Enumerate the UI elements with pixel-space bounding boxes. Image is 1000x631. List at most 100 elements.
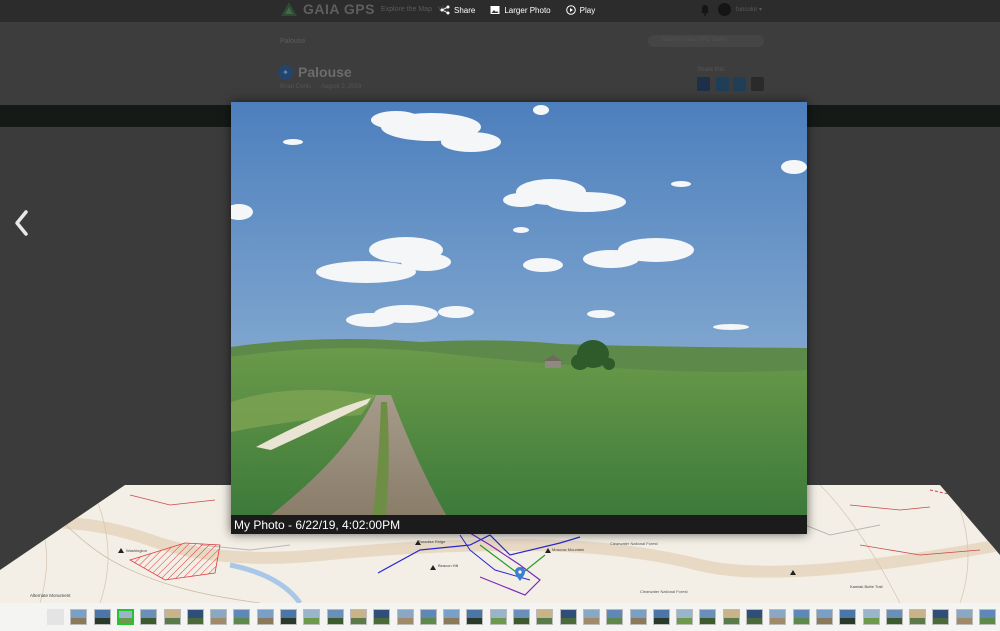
thumbnail-ground: [118, 617, 132, 623]
photo-thumbnail[interactable]: [676, 609, 694, 625]
previous-photo-arrow-icon[interactable]: [12, 208, 32, 238]
username: funcolor ▾: [736, 7, 763, 13]
photo-thumbnail[interactable]: [93, 609, 111, 625]
author[interactable]: Brian Curtis: [280, 84, 311, 90]
thumbnail-sky: [840, 610, 856, 618]
thumbnail-sky: [886, 610, 902, 618]
photo-thumbnail[interactable]: [839, 609, 857, 625]
breadcrumb[interactable]: Palouse: [280, 38, 305, 45]
thumbnail-ground: [141, 617, 157, 624]
map-label-moscow-mountain: Moscow Mountain: [552, 547, 584, 552]
thumbnail-sky: [327, 610, 343, 618]
photo-thumbnail[interactable]: [116, 609, 134, 625]
photo-thumbnail[interactable]: [256, 609, 274, 625]
thumbnail-ground: [653, 617, 669, 624]
photo-thumbnail[interactable]: [722, 609, 740, 625]
photo-thumbnail[interactable]: [955, 609, 973, 625]
photo-thumbnail[interactable]: [163, 609, 181, 625]
photo-thumbnail[interactable]: [885, 609, 903, 625]
nav-explore-map[interactable]: Explore the Map: [381, 6, 432, 13]
notification-bell-icon[interactable]: [700, 4, 710, 16]
thumbnail-sky: [374, 610, 390, 618]
photo-thumbnail[interactable]: [746, 609, 763, 625]
search-input[interactable]: Search Gaia GPS Users: [648, 35, 764, 47]
photo-thumbnail[interactable]: [443, 609, 461, 625]
photo-thumbnail[interactable]: [699, 609, 717, 625]
photo-thumbnail[interactable]: [815, 609, 833, 625]
share-button[interactable]: Share: [440, 5, 475, 15]
photo-thumbnail[interactable]: [47, 609, 64, 625]
thumbnail-sky: [257, 610, 273, 618]
photo-thumbnail[interactable]: [909, 609, 927, 625]
photo-thumbnail[interactable]: [629, 609, 647, 625]
photo-thumbnail[interactable]: [862, 609, 880, 625]
thumbnail-sky: [863, 610, 879, 618]
user-menu[interactable]: funcolor ▾: [718, 3, 762, 16]
thumbnail-ground: [94, 617, 110, 624]
share-label: Share: [454, 5, 476, 15]
photo-thumbnail[interactable]: [652, 609, 670, 625]
link-icon[interactable]: [733, 77, 746, 91]
larger-photo-button[interactable]: Larger Photo: [490, 5, 551, 15]
photo-thumbnail[interactable]: [932, 609, 950, 625]
thumbnail-sky: [537, 610, 553, 618]
facebook-icon[interactable]: [697, 77, 710, 91]
date: August 2, 2019: [321, 84, 362, 90]
photo-thumbnail[interactable]: [349, 609, 367, 625]
photo-thumbnail[interactable]: [419, 609, 437, 625]
map-label-forest-2: Clearwater National Forest: [640, 589, 688, 594]
photo-thumbnail[interactable]: [792, 609, 810, 625]
photo-thumbnail[interactable]: [186, 609, 204, 625]
page-title: Palouse: [298, 64, 352, 80]
thumbnail-sky: [187, 610, 203, 618]
photo-thumbnail[interactable]: [769, 609, 787, 625]
gaia-logo-icon: [281, 2, 297, 16]
thumbnail-ground: [956, 617, 972, 624]
site-logo[interactable]: GAIA GPS: [280, 1, 375, 17]
thumbnail-ground: [677, 617, 693, 624]
photo-thumbnail[interactable]: [233, 609, 251, 625]
email-icon[interactable]: [751, 77, 764, 91]
thumbnail-ground: [187, 617, 203, 624]
twitter-icon[interactable]: [716, 77, 729, 91]
photo-thumbnail[interactable]: [70, 609, 88, 625]
photo-thumbnail[interactable]: [979, 609, 996, 625]
thumbnail-sky: [514, 610, 529, 618]
thumbnail-sky: [467, 610, 483, 618]
photo-thumbnail[interactable]: [606, 609, 624, 625]
thumbnail-ground: [257, 617, 273, 624]
photo-thumbnail[interactable]: [326, 609, 344, 625]
photo-thumbnail[interactable]: [373, 609, 391, 625]
photo-thumbnail[interactable]: [582, 609, 600, 625]
thumbnail-ground: [164, 617, 180, 624]
thumbnail-ground: [350, 617, 366, 624]
thumbnail-ground: [490, 617, 506, 624]
thumbnail-ground: [886, 617, 902, 624]
photo-thumbnail[interactable]: [210, 609, 228, 625]
thumbnail-ground: [444, 617, 460, 624]
thumbnail-sky: [164, 610, 180, 618]
thumbnail-sky: [141, 610, 157, 618]
photo-viewer[interactable]: My Photo - 6/22/19, 4:02:00PM: [231, 102, 807, 534]
thumbnail-sky: [118, 611, 132, 618]
thumbnail-ground: [420, 617, 436, 624]
photo-thumbnail[interactable]: [489, 609, 507, 625]
thumbnail-ground: [71, 617, 87, 624]
thumbnail-sky: [490, 610, 506, 618]
photo-thumbnail[interactable]: [396, 609, 414, 625]
thumbnail-ground: [234, 617, 250, 624]
photo-caption: My Photo - 6/22/19, 4:02:00PM: [231, 515, 807, 534]
photo-thumbnail[interactable]: [280, 609, 297, 625]
thumbnail-ground: [816, 617, 832, 624]
photo-thumbnail[interactable]: [536, 609, 554, 625]
photo-thumbnail[interactable]: [466, 609, 484, 625]
play-label: Play: [579, 5, 596, 15]
photo-thumbnail[interactable]: [559, 609, 577, 625]
thumbnail-sky: [700, 610, 716, 618]
thumbnail-sky: [71, 610, 87, 618]
photo-thumbnail[interactable]: [140, 609, 158, 625]
play-button[interactable]: Play: [565, 5, 596, 15]
photo-thumbnail[interactable]: [303, 609, 321, 625]
thumbnail-strip: [0, 603, 1000, 631]
photo-thumbnail[interactable]: [513, 609, 530, 625]
